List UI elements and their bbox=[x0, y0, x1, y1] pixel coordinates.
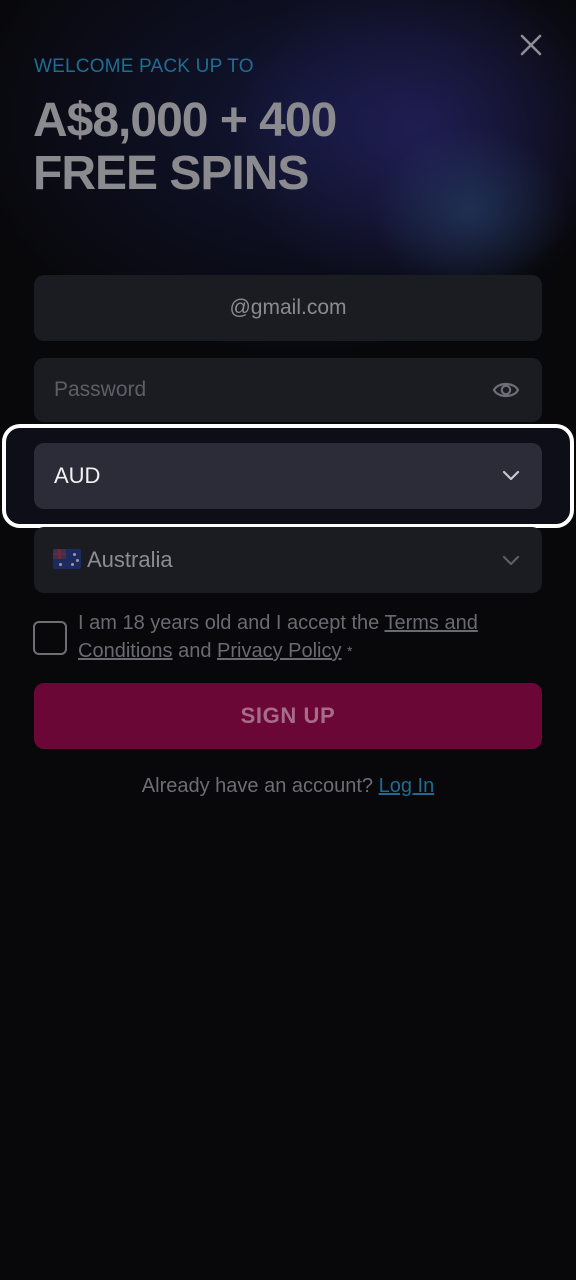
email-field[interactable]: @gmail.com bbox=[34, 275, 542, 341]
privacy-link[interactable]: Privacy Policy bbox=[217, 640, 341, 662]
australia-flag-icon bbox=[53, 549, 81, 569]
welcome-subtitle: WELCOME PACK UP TO bbox=[34, 56, 254, 77]
login-link[interactable]: Log In bbox=[379, 775, 435, 797]
welcome-title-line2: FREE SPINS bbox=[33, 147, 309, 200]
terms-text: I am 18 years old and I accept the Terms… bbox=[78, 609, 518, 665]
terms-prefix: I am 18 years old and I accept the bbox=[78, 612, 385, 634]
eye-icon[interactable] bbox=[492, 377, 520, 403]
password-field[interactable]: Password bbox=[34, 358, 542, 422]
login-prompt-row: Already have an account? Log In bbox=[0, 772, 576, 800]
terms-mid: and bbox=[172, 640, 217, 662]
login-prompt: Already have an account? bbox=[141, 775, 379, 797]
currency-select[interactable]: AUD bbox=[34, 443, 542, 509]
country-select[interactable]: Australia bbox=[34, 527, 542, 593]
age-terms-checkbox[interactable] bbox=[33, 621, 67, 655]
chevron-down-icon bbox=[502, 555, 520, 566]
email-value: @gmail.com bbox=[229, 296, 347, 319]
welcome-title-line1: A$8,000 + 400 bbox=[33, 94, 337, 147]
country-value: Australia bbox=[87, 547, 173, 572]
signup-button[interactable]: SIGN UP bbox=[34, 683, 542, 749]
password-placeholder: Password bbox=[54, 378, 147, 401]
currency-value: AUD bbox=[54, 463, 101, 488]
chevron-down-icon bbox=[502, 470, 520, 481]
welcome-title: A$8,000 + 400 FREE SPINS bbox=[33, 94, 533, 200]
required-mark: * bbox=[347, 643, 353, 659]
close-icon[interactable] bbox=[516, 30, 546, 60]
